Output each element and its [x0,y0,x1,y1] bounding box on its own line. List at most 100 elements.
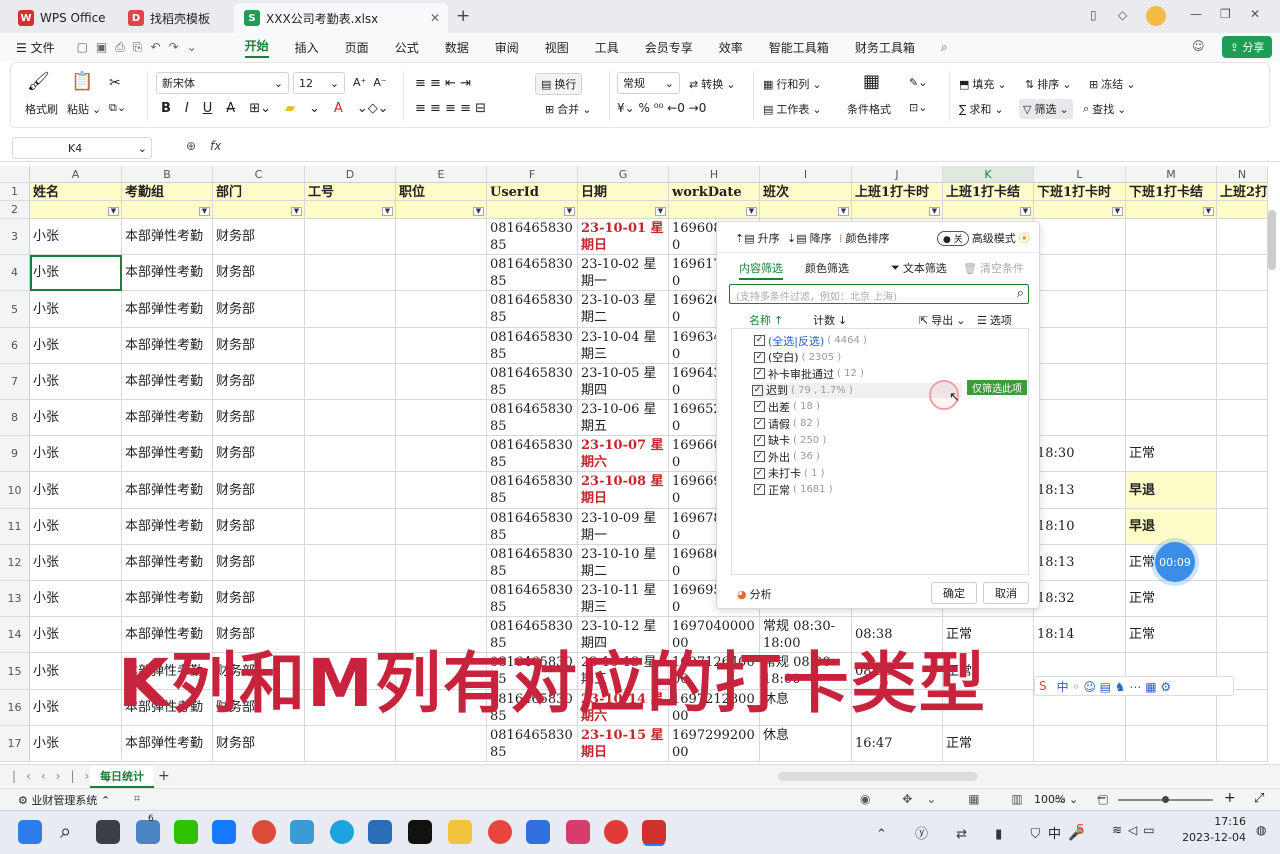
advanced-mode-toggle[interactable]: ● 关 高级模式 ⦿ [937,230,1030,246]
grid-cell[interactable]: 小张 [30,328,122,364]
store-icon[interactable] [368,820,392,844]
filter-dropdown-icon[interactable]: ▼ [746,207,757,216]
chrome-icon[interactable] [252,820,276,844]
zoom-level[interactable]: 100% ⌄ [1034,793,1078,806]
avatar[interactable] [1146,6,1166,26]
menu-page[interactable]: 页面 [345,39,369,56]
grid-cell[interactable] [1126,364,1217,400]
grid-cell[interactable] [305,472,396,509]
grid-cell[interactable]: 081646583085 46 [487,400,578,436]
grid-cell[interactable]: 23-10-04 星 期三 [578,328,669,364]
formula-input[interactable] [236,139,1256,157]
filter-dropdown-icon[interactable]: ▼ [199,207,210,216]
grid-cell[interactable]: 本部弹性考勤 [122,400,213,436]
grid-cell[interactable] [1217,581,1268,617]
ime-indicator[interactable]: 中 [1048,823,1061,842]
netease-icon[interactable] [604,820,628,844]
filter-option[interactable]: ✓ 补卡审批通过( 12 ) [754,366,864,381]
grid-cell[interactable]: 169729920000 0 [669,726,760,762]
grid-cell[interactable]: 正常 [1126,436,1217,472]
grid-cell[interactable]: 18:10 [1034,509,1126,545]
filter-dropdown-icon[interactable]: ▼ [929,207,940,216]
fullscreen-icon[interactable]: ⤢ [1254,791,1264,806]
row-header[interactable]: 3 [0,219,30,255]
column-header[interactable]: B [122,166,213,183]
grid-cell[interactable] [305,400,396,436]
vertical-scrollbar[interactable] [1268,210,1276,270]
restore-icon[interactable]: ❐ [1220,7,1231,21]
grid-cell[interactable]: 本部弹性考勤 [122,545,213,581]
row-header[interactable]: 6 [0,328,30,364]
checkbox[interactable]: ✓ [752,384,763,396]
zoom-in-button[interactable]: + [1224,790,1236,806]
row-header[interactable]: 2 [0,201,30,219]
menu-review[interactable]: 审阅 [495,39,519,56]
grid-cell[interactable] [1217,509,1268,545]
row-header[interactable]: 9 [0,436,30,472]
filter-option[interactable]: ✓ 未打卡( 1 ) [754,466,825,481]
view-mode-icons[interactable]: ◉ ✥⌄ ▦ ▥ ▭ ▢ [860,792,1123,806]
cube-icon[interactable]: ◇ [1118,8,1127,22]
grid-cell[interactable]: 小张 [30,255,122,291]
grid-cell[interactable]: 23-10-03 星 期二 [578,291,669,328]
grid-cell[interactable] [1034,219,1126,255]
format-painter-icon[interactable]: 🖌 [27,71,50,92]
grid-cell[interactable] [396,472,487,509]
grid-cell[interactable]: 财务部 [213,581,305,617]
grid-cell[interactable] [1126,219,1217,255]
filter-dropdown-icon[interactable]: ▼ [291,207,302,216]
grid-cell[interactable] [1126,328,1217,364]
grid-cell[interactable] [396,509,487,545]
text-filter-button[interactable]: ⏷ 文本筛选 [891,260,947,276]
filter-dropdown-icon[interactable]: ▼ [564,207,575,216]
row-header[interactable]: 15 [0,653,30,690]
grid-cell[interactable]: 小张 [30,472,122,509]
paste-icon[interactable]: 📋 [71,71,93,92]
tab-docer[interactable]: D 找稻壳模板 [118,3,220,33]
row-header[interactable]: 14 [0,617,30,653]
number-format-select[interactable]: 常规 ⌄ [617,72,680,94]
zoom-formula-icon[interactable]: ⊕ [186,139,196,153]
sort-asc-button[interactable]: ⇡▤ 升序 [735,230,780,246]
grid-cell[interactable]: 早退 [1126,472,1217,509]
analyze-button[interactable]: ◕ 分析 [737,586,772,602]
notification-icon[interactable]: ◍ [1256,823,1266,837]
column-header[interactable]: K [943,166,1034,183]
ime-toolbar[interactable]: S中 ◦ ☺ ▤ ♞ ⋯ ▦ ⚙ [1034,676,1234,696]
row-col-button[interactable]: ▦ 行和列 ⌄ [763,76,822,92]
column-header[interactable]: E [396,166,487,183]
copy-icon[interactable]: ⧉⌄ [109,101,126,115]
filter-option[interactable]: ✓ 外出( 36 ) [754,449,820,464]
grid-cell[interactable]: 23-10-15 星 期日 [578,726,669,762]
grid-cell[interactable] [1126,726,1217,762]
grid-cell[interactable]: 小张 [30,364,122,400]
filter-search-input[interactable]: (支持多条件过滤，例如：北京 上海) ⌕ [729,284,1029,304]
grid-cell[interactable]: 本部弹性考勤 [122,255,213,291]
grid-cell[interactable]: 本部弹性考勤 [122,581,213,617]
row-header[interactable]: 11 [0,509,30,545]
column-header[interactable]: G [578,166,669,183]
grid-cell[interactable]: 小张 [30,509,122,545]
grid-cell[interactable]: 23-10-09 星 期一 [578,509,669,545]
wps-taskbar-icon[interactable] [642,820,666,844]
checkbox[interactable]: ✓ [754,451,765,463]
grid-cell[interactable]: 23-10-08 星 期日 [578,472,669,509]
conditional-format-icon[interactable]: ▦ [863,71,880,92]
tab-wps-office[interactable]: W WPS Office [8,3,116,33]
menu-home[interactable]: 开始 [244,37,269,58]
grid-cell[interactable]: 本部弹性考勤 [122,291,213,328]
grid-cell[interactable]: 081646583085 46 [487,472,578,509]
find-button[interactable]: ⌕ 查找 ⌄ [1083,101,1126,117]
grid-cell[interactable] [1217,328,1268,364]
grid-cell[interactable]: 23-10-07 星 期六 [578,436,669,472]
menu-view[interactable]: 视图 [545,39,569,56]
grid-cell[interactable]: 081646583085 46 [487,726,578,762]
grid-cell[interactable] [396,726,487,762]
column-header[interactable]: F [487,166,578,183]
cell-style-icon[interactable]: ✎⌄ [909,76,927,89]
export-button[interactable]: ⇱ 导出 ⌄ [919,312,965,328]
sum-button[interactable]: ∑ 求和 ⌄ [959,101,1004,117]
horizontal-scrollbar[interactable] [778,772,978,781]
add-sheet-button[interactable]: + [158,768,170,784]
grid-cell[interactable]: 23-10-06 星 期五 [578,400,669,436]
